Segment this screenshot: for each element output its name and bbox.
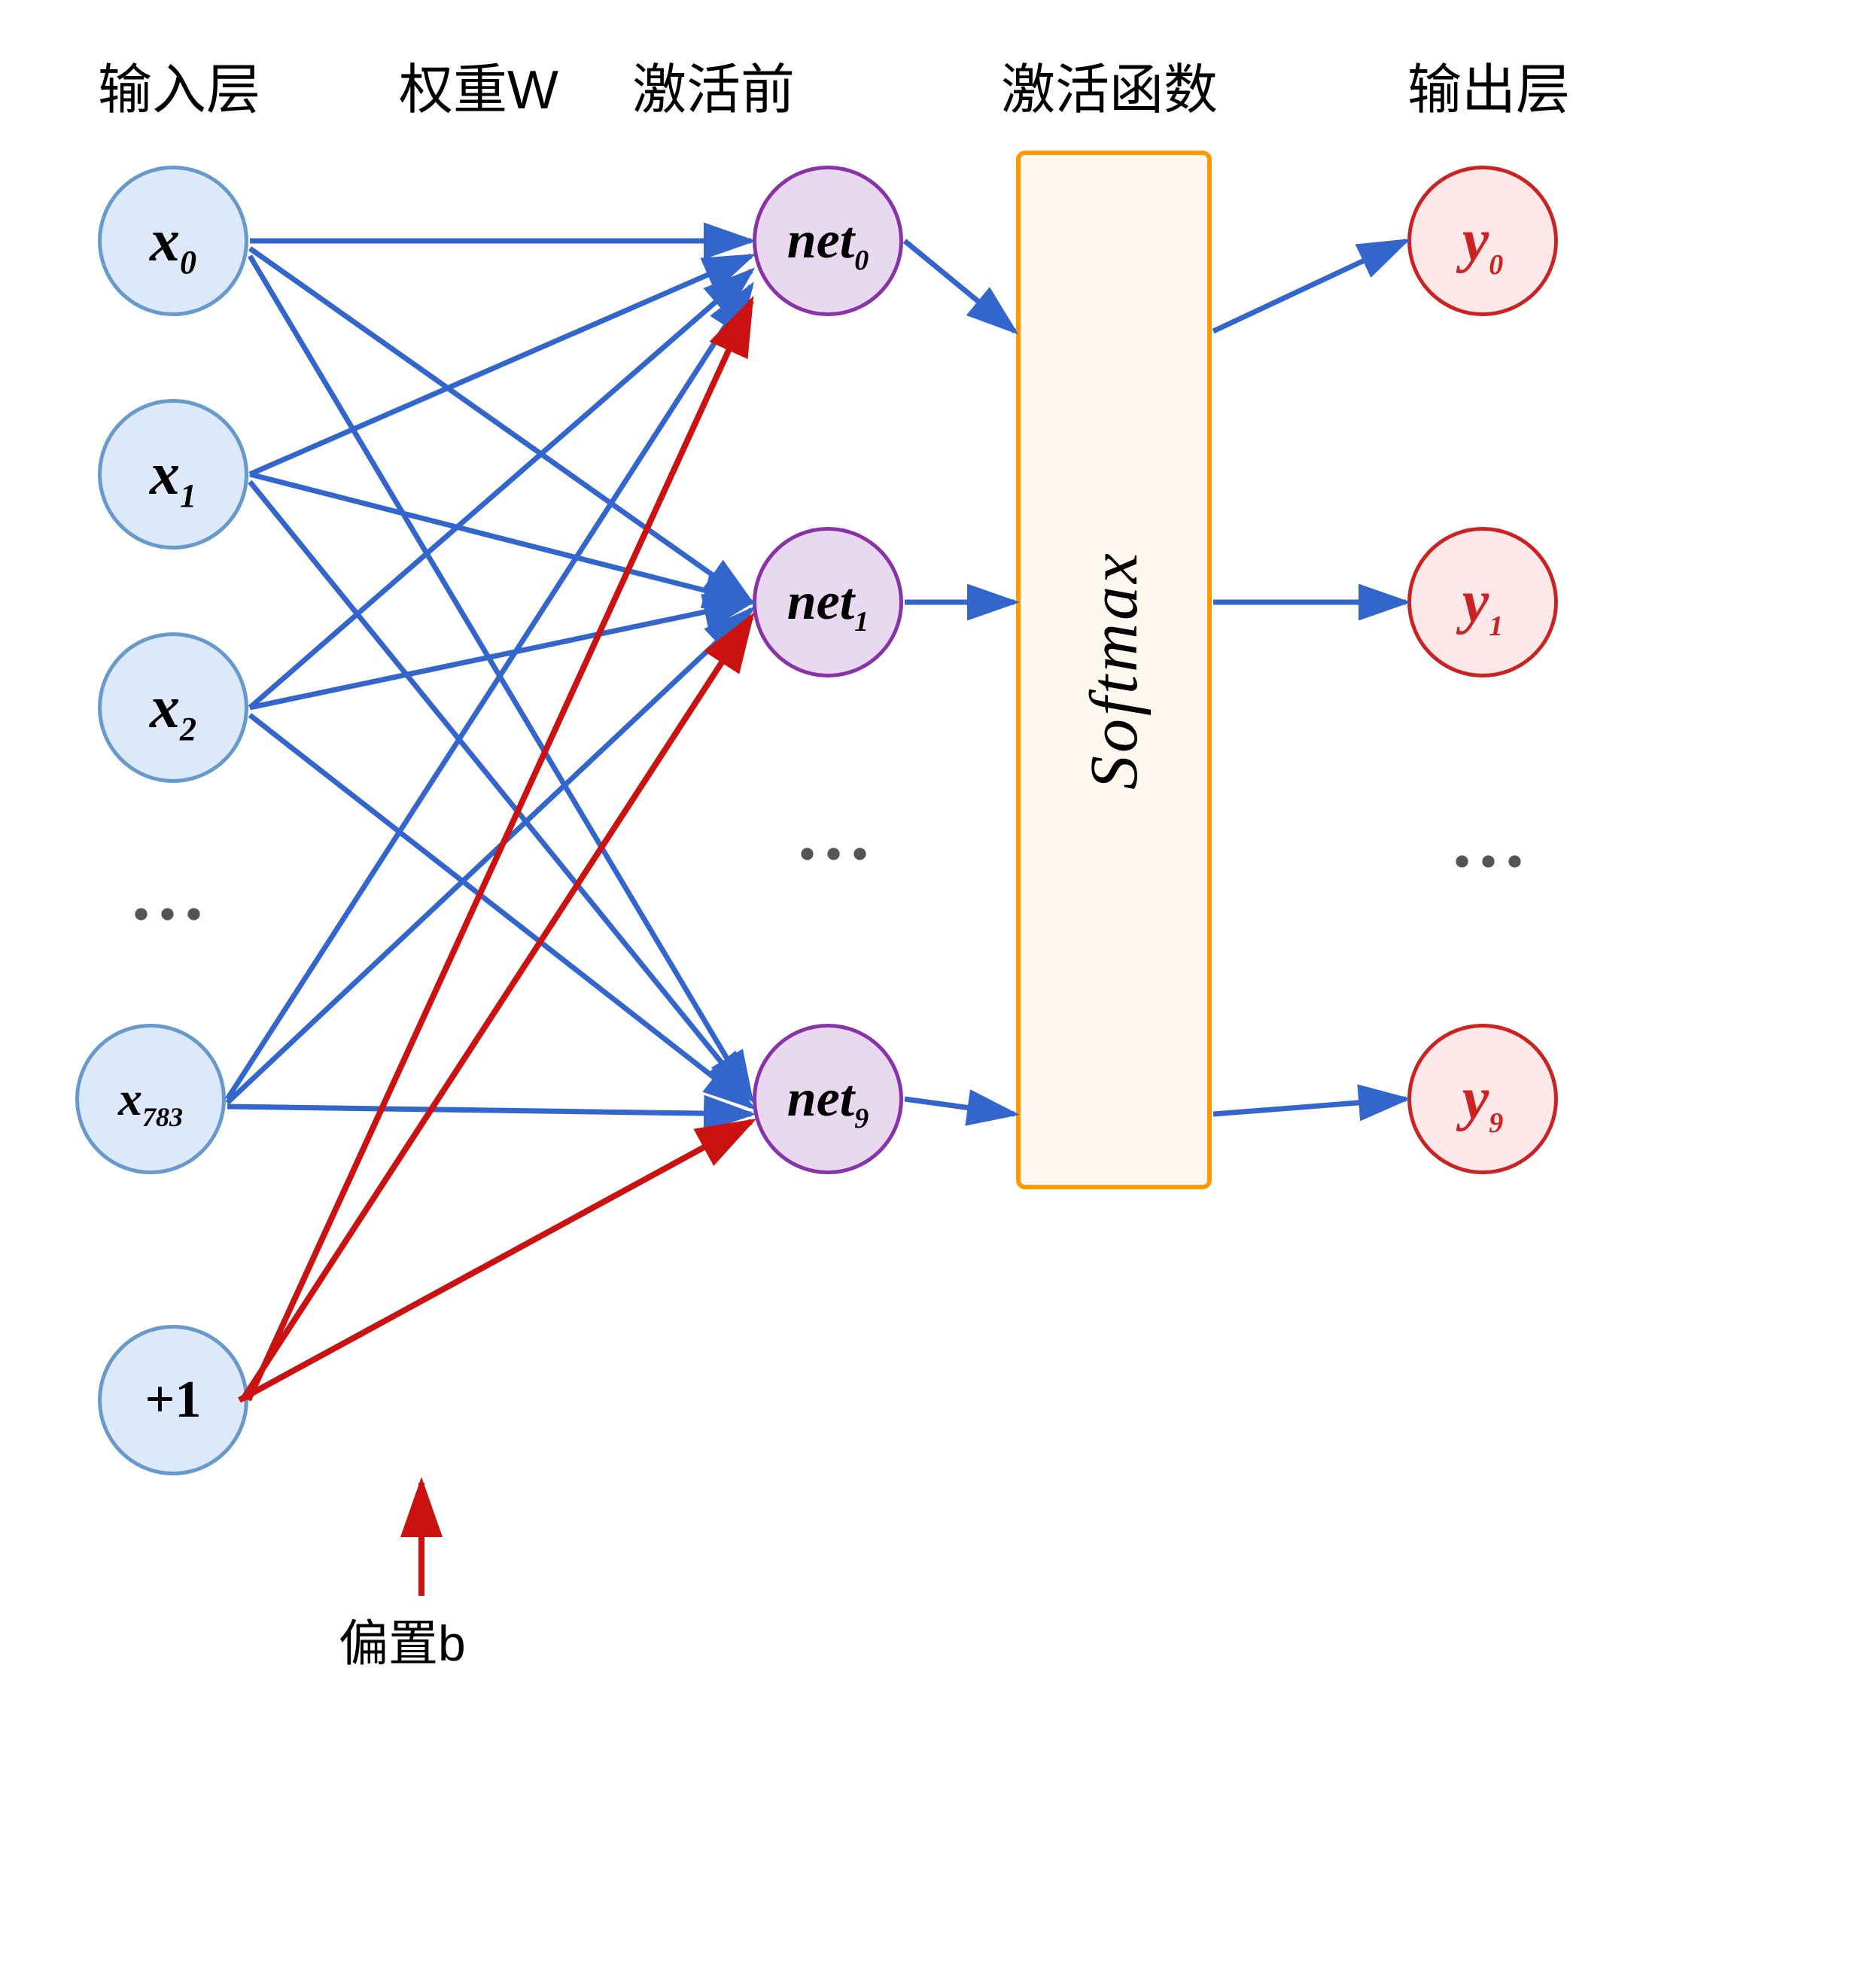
arrow-x1-net9 xyxy=(250,482,751,1099)
header-output-layer: 输出层 xyxy=(1407,45,1570,124)
hidden-node-net9: net 9 xyxy=(753,1024,903,1174)
header-activation-func: 激活函数 xyxy=(1001,45,1218,124)
output-node-y9: y 9 xyxy=(1407,1024,1558,1174)
arrow-x2-net0 xyxy=(250,271,751,708)
arrow-bias-net9 xyxy=(239,1122,751,1400)
input-node-x2: x 2 xyxy=(98,632,248,783)
output-dots: ... xyxy=(1453,798,1532,884)
output-node-y1: y 1 xyxy=(1407,527,1558,677)
header-weight-w: 权重W xyxy=(399,45,558,124)
arrow-x0-net1 xyxy=(250,248,751,602)
bias-label: 偏置b xyxy=(339,1603,466,1676)
arrow-x1-net0 xyxy=(250,256,751,474)
bias-node: +1 xyxy=(98,1325,248,1475)
hidden-dots: ... xyxy=(798,790,877,877)
softmax-label: Softmax xyxy=(1076,550,1153,790)
output-node-y0: y 0 xyxy=(1407,166,1558,316)
input-dots: ... xyxy=(132,851,211,937)
arrow-x2-net1 xyxy=(250,602,751,708)
softmax-box: Softmax xyxy=(1016,151,1212,1189)
input-node-x783: x 783 xyxy=(75,1024,226,1174)
arrow-x783-net1 xyxy=(227,610,751,1103)
arrow-net0-softmax xyxy=(905,241,1015,331)
arrow-net9-softmax xyxy=(905,1099,1015,1114)
arrow-softmax-y9 xyxy=(1213,1099,1406,1114)
arrow-softmax-y0 xyxy=(1213,241,1406,331)
arrows-svg xyxy=(0,0,1856,1988)
header-input-layer: 输入层 xyxy=(98,45,260,124)
arrow-bias-net1 xyxy=(242,617,751,1400)
arrow-x783-net0 xyxy=(227,286,751,1099)
input-node-x1: x 1 xyxy=(98,399,248,550)
arrow-bias-net0 xyxy=(248,301,751,1400)
arrow-x783-net9 xyxy=(227,1107,751,1114)
input-node-x0: x 0 xyxy=(98,166,248,316)
header-pre-activation: 激活前 xyxy=(632,45,795,124)
hidden-node-net0: net 0 xyxy=(753,166,903,316)
hidden-node-net1: net 1 xyxy=(753,527,903,677)
arrow-x1-net1 xyxy=(250,474,751,602)
diagram-container: 输入层 权重W 激活前 激活函数 输出层 x 0 x 1 x 2 ... x 7… xyxy=(0,0,1856,1988)
arrow-x0-net9 xyxy=(250,256,751,1099)
arrow-x2-net9 xyxy=(250,715,751,1107)
